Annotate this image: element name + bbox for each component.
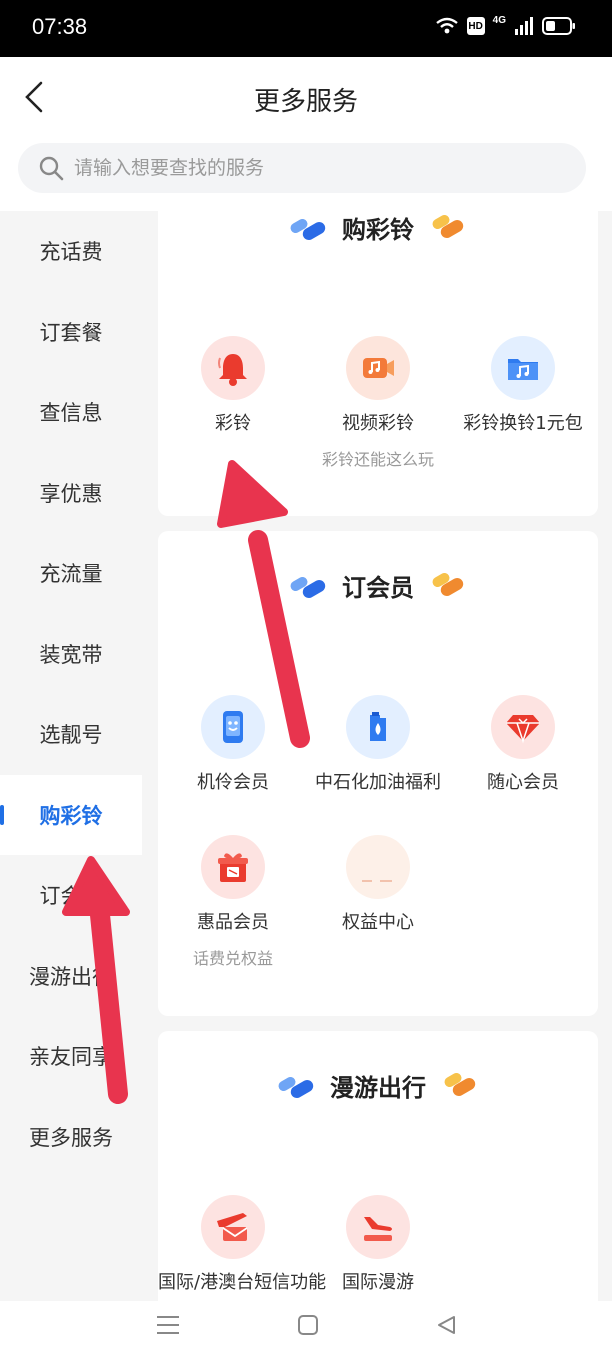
system-nav-bar	[0, 1301, 612, 1353]
sidebar-item-label: 亲友同享	[29, 1045, 113, 1070]
orange-pill-icon	[444, 1073, 476, 1096]
orange-pill-icon	[432, 573, 464, 596]
blue-pill-icon	[290, 219, 326, 240]
network-type-label: 4G	[492, 14, 506, 26]
section-title: 订会员	[158, 567, 598, 603]
menu-icon	[157, 1316, 179, 1334]
service-benefits-center[interactable]: 权益中心	[303, 835, 453, 935]
menu-button[interactable]	[155, 1314, 181, 1340]
sidebar-item-label: 漫游出行	[29, 964, 113, 989]
sidebar-item-family[interactable]: 亲友同享	[0, 1016, 142, 1097]
search-area	[0, 137, 612, 211]
sidebar-item-more[interactable]: 更多服务	[0, 1097, 142, 1178]
sidebar-item-label: 装宽带	[39, 642, 103, 667]
status-time: 07:38	[32, 14, 88, 39]
plane-mail-icon	[201, 1195, 265, 1259]
search-icon	[38, 155, 64, 181]
sidebar-item-label: 订套餐	[39, 320, 103, 345]
service-suixin-member[interactable]: 随心会员	[448, 695, 598, 795]
page-title: 更多服务	[253, 87, 358, 117]
section-card-membership: 订会员 机伶会员 中石化加油福利 随心会员 惠品会员 话费兑权益 权益中心	[158, 531, 598, 1016]
sidebar-item-label: 充话费	[39, 240, 103, 265]
status-icons: HD 4G	[435, 14, 576, 36]
sidebar-item-membership[interactable]: 订会员	[0, 855, 142, 936]
sidebar-item-numbers[interactable]: 选靓号	[0, 694, 142, 775]
sidebar-item-recharge[interactable]: 充话费	[0, 211, 142, 292]
blue-pill-icon	[290, 577, 326, 598]
sidebar-item-ringtone[interactable]: 购彩铃	[0, 774, 142, 855]
service-video-ringtone[interactable]: 视频彩铃 彩铃还能这么玩	[303, 336, 453, 470]
sidebar-item-data[interactable]: 充流量	[0, 533, 142, 614]
sidebar-item-plans[interactable]: 订套餐	[0, 292, 142, 373]
orange-pill-icon	[432, 215, 464, 238]
search-input[interactable]	[72, 156, 556, 180]
sidebar-item-label: 选靓号	[39, 723, 103, 748]
blue-pill-icon	[278, 1077, 314, 1098]
battery-icon	[542, 17, 575, 35]
search-box[interactable]	[18, 143, 586, 193]
square-icon	[298, 1315, 318, 1335]
signal-icon	[515, 17, 533, 35]
sidebar-item-info[interactable]: 查信息	[0, 372, 142, 453]
sidebar-item-roaming[interactable]: 漫游出行	[0, 936, 142, 1017]
service-content: 购彩铃 彩铃 视频彩铃 彩铃还能这么玩 彩铃换铃1元包 订会员 机伶会员 中石化…	[142, 211, 612, 1301]
fuel-can-icon	[346, 695, 410, 759]
home-button[interactable]	[297, 1314, 319, 1340]
gift-icon	[201, 835, 265, 899]
service-intl-roaming[interactable]: 国际漫游	[303, 1195, 453, 1295]
status-bar: 07:38 HD 4G	[0, 0, 612, 57]
music-folder-icon	[491, 336, 555, 400]
sidebar-item-label: 购彩铃	[39, 803, 103, 828]
hd-badge: HD	[466, 17, 485, 35]
sidebar-item-broadband[interactable]: 装宽带	[0, 614, 142, 695]
wifi-icon	[435, 17, 458, 34]
sidebar-item-label: 订会员	[39, 884, 103, 909]
service-intl-sms[interactable]: 国际/港澳台短信功能	[158, 1195, 326, 1295]
section-title: 漫游出行	[158, 1067, 598, 1103]
diamond-icon	[491, 695, 555, 759]
phone-mascot-icon	[201, 695, 265, 759]
service-huipin-member[interactable]: 惠品会员 话费兑权益	[158, 835, 308, 969]
back-nav-button[interactable]	[435, 1314, 457, 1340]
sidebar-item-label: 享优惠	[39, 481, 103, 506]
service-ringtone[interactable]: 彩铃	[158, 336, 308, 436]
placeholder-icon	[346, 835, 410, 899]
section-title: 购彩铃	[158, 211, 598, 245]
video-music-icon	[346, 336, 410, 400]
sidebar-item-label: 查信息	[39, 401, 103, 426]
service-sinopec-fuel[interactable]: 中石化加油福利	[303, 695, 453, 795]
plane-landing-icon	[346, 1195, 410, 1259]
section-card-roaming: 漫游出行 国际/港澳台短信功能 国际漫游	[158, 1031, 598, 1301]
service-jiling-member[interactable]: 机伶会员	[158, 695, 308, 795]
bell-icon	[201, 336, 265, 400]
header: 更多服务	[0, 57, 612, 138]
sidebar-item-label: 充流量	[39, 562, 103, 587]
service-ringtone-swap-pack[interactable]: 彩铃换铃1元包	[448, 336, 598, 436]
category-sidebar: 充话费 订套餐 查信息 享优惠 充流量 装宽带 选靓号 购彩铃 订会员 漫游出行…	[0, 211, 142, 1301]
section-card-ringtone: 购彩铃 彩铃 视频彩铃 彩铃还能这么玩 彩铃换铃1元包	[158, 211, 598, 516]
sidebar-item-offers[interactable]: 享优惠	[0, 453, 142, 534]
triangle-back-icon	[438, 1316, 455, 1334]
sidebar-item-label: 更多服务	[29, 1125, 113, 1150]
